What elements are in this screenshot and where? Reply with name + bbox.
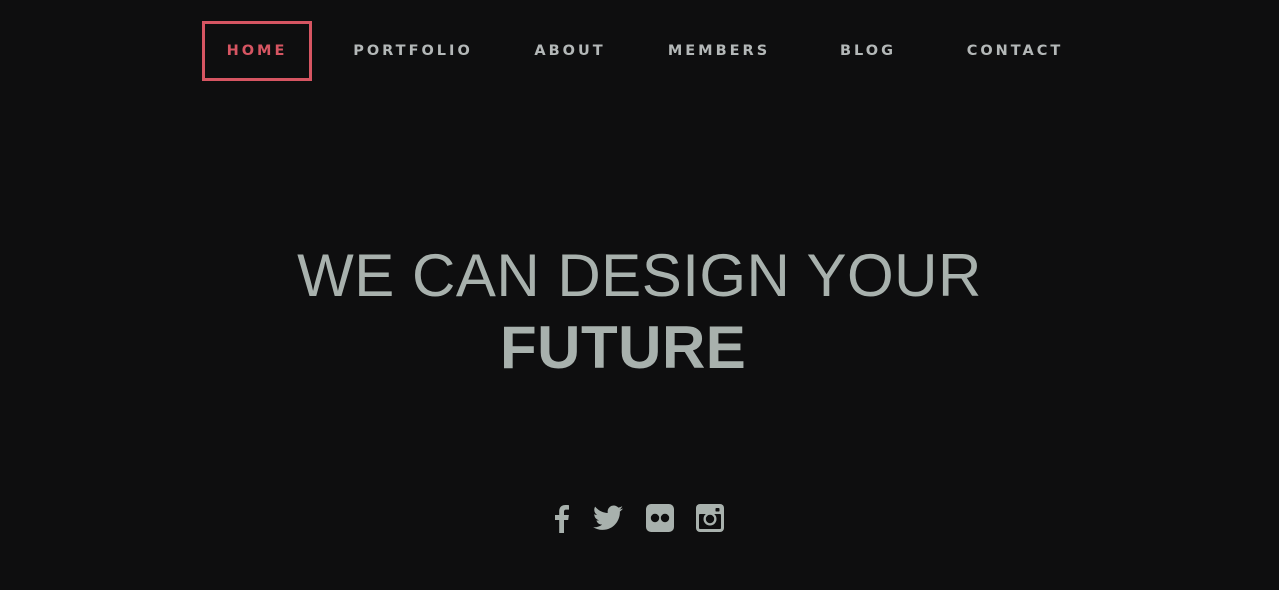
main-nav: HOME PORTFOLIO ABOUT MEMBERS BLOG CONTAC… bbox=[0, 0, 1279, 100]
nav-item-portfolio[interactable]: PORTFOLIO bbox=[345, 21, 481, 81]
social-links bbox=[0, 500, 1279, 540]
nav-item-home[interactable]: HOME bbox=[202, 21, 312, 81]
nav-item-about[interactable]: ABOUT bbox=[522, 21, 618, 81]
twitter-icon[interactable] bbox=[590, 500, 626, 536]
hero-headline: WE CAN DESIGN YOUR bbox=[297, 242, 982, 309]
instagram-icon[interactable] bbox=[692, 500, 728, 536]
hero-section: WE CAN DESIGN YOUR FUTURE bbox=[0, 240, 1279, 381]
nav-item-contact[interactable]: CONTACT bbox=[955, 21, 1075, 81]
flickr-icon[interactable] bbox=[642, 500, 678, 536]
facebook-icon[interactable] bbox=[543, 500, 579, 536]
nav-item-blog[interactable]: BLOG bbox=[828, 21, 908, 81]
hero-headline-emphasis: FUTURE bbox=[500, 314, 747, 381]
nav-item-members[interactable]: MEMBERS bbox=[659, 21, 779, 81]
